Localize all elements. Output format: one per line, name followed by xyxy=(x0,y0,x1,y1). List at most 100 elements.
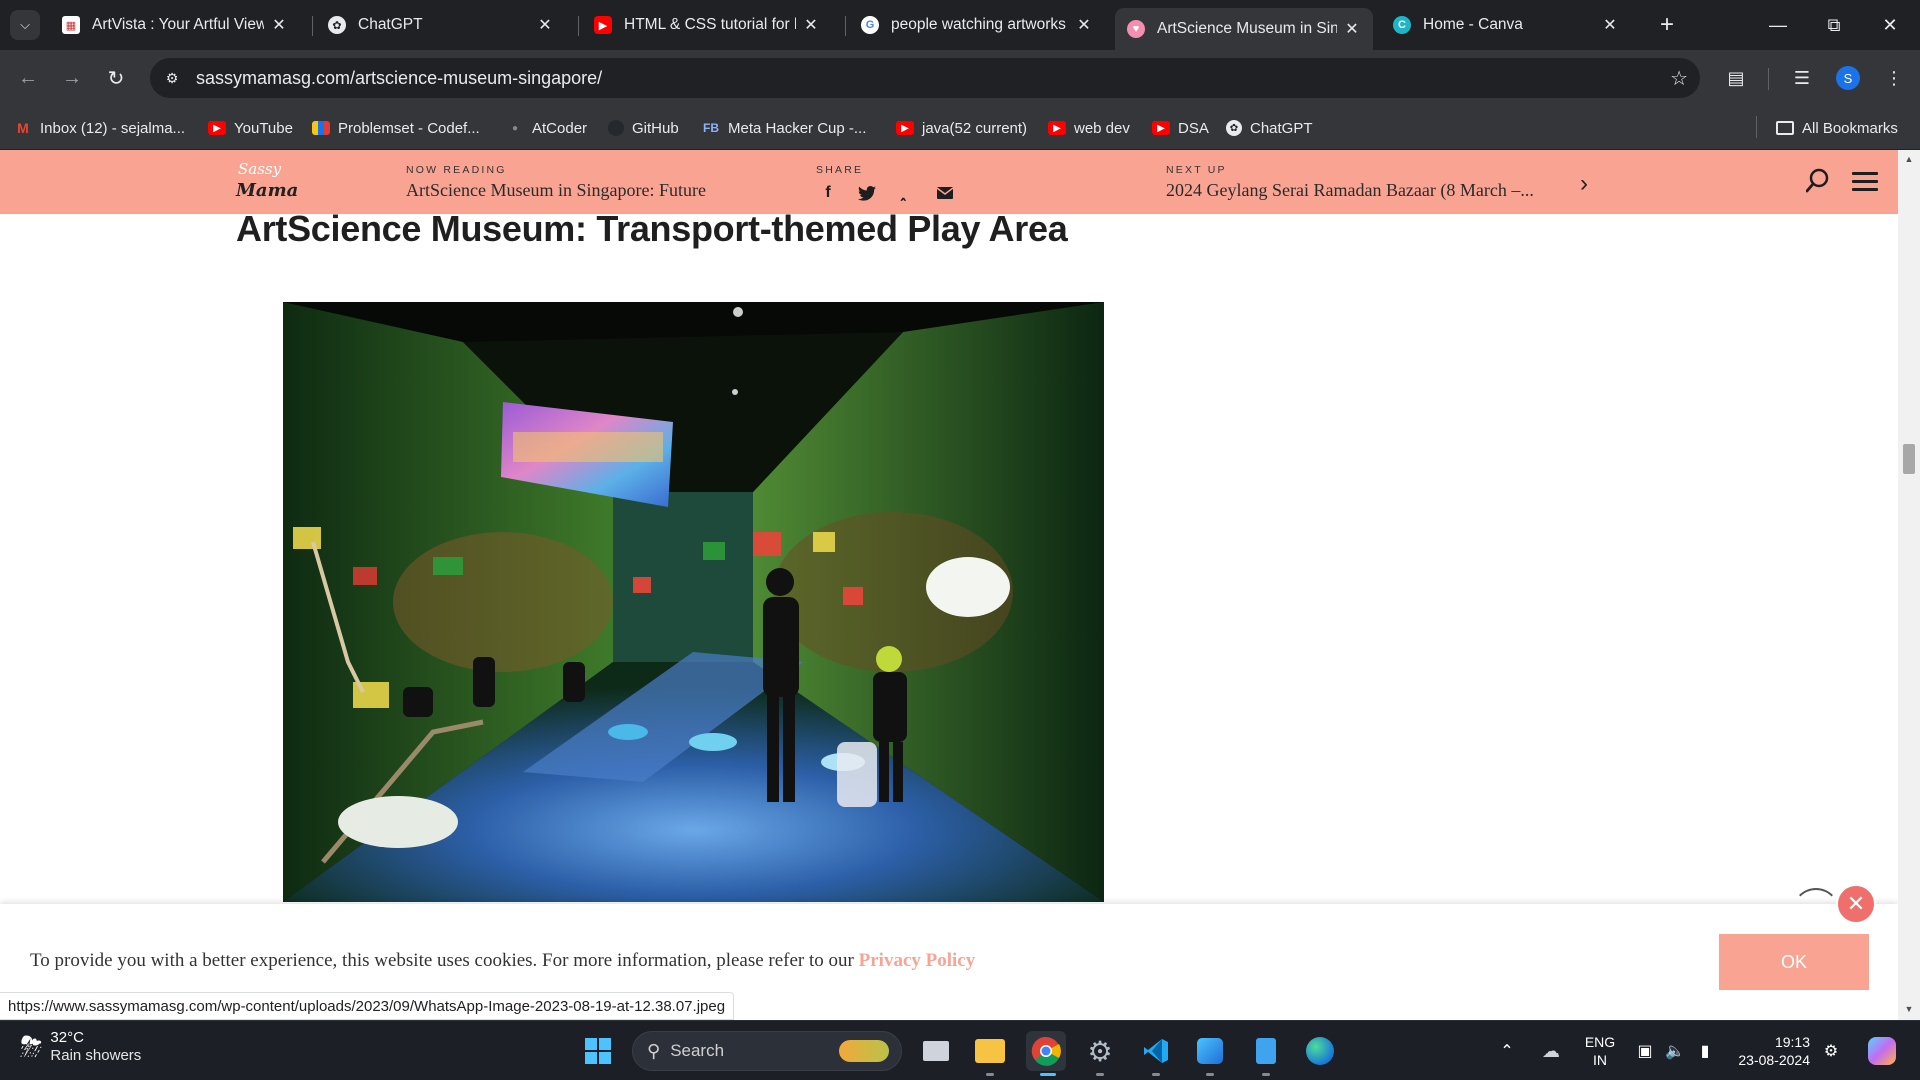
youtube-icon: ▶ xyxy=(594,16,612,34)
bookmark-github[interactable]: GitHub xyxy=(608,116,679,140)
forward-button[interactable]: → xyxy=(56,62,88,94)
language-indicator[interactable]: ENG IN xyxy=(1574,1033,1626,1069)
scroll-to-top-button[interactable] xyxy=(1792,888,1840,936)
search-highlight-icon xyxy=(839,1040,889,1062)
close-icon[interactable]: ✕ xyxy=(536,15,554,35)
notepad-taskbar-button[interactable] xyxy=(1246,1031,1286,1071)
arrow-right-icon: → xyxy=(62,66,82,89)
taskbar-search[interactable]: ⚲ Search xyxy=(632,1031,902,1071)
now-reading-label: NOW READING xyxy=(406,164,507,176)
restore-button[interactable]: ⧉ xyxy=(1806,0,1862,50)
twitter-icon[interactable] xyxy=(857,183,877,203)
cookie-message: To provide you with a better experience,… xyxy=(30,950,976,971)
sassymama-logo[interactable]: Sassy Mama xyxy=(236,160,298,206)
gear-icon: ⚙ xyxy=(1087,1035,1113,1067)
bookmark-atcoder[interactable]: ● AtCoder xyxy=(506,116,587,140)
bookmark-gmail[interactable]: M Inbox (12) - sejalma... xyxy=(14,116,185,140)
search-icon[interactable] xyxy=(1805,168,1830,194)
notifications-button[interactable]: ⚙ xyxy=(1816,1031,1846,1071)
close-icon[interactable]: ✕ xyxy=(802,15,820,35)
media-control-icon[interactable]: ☰ xyxy=(1788,64,1816,92)
address-bar[interactable]: ⚙ sassymamasg.com/artscience-museum-sing… xyxy=(150,58,1700,98)
scrollbar-thumb[interactable] xyxy=(1903,444,1915,474)
chrome-taskbar-button[interactable] xyxy=(1026,1031,1066,1071)
page-scrollbar[interactable]: ▲ ▼ xyxy=(1898,150,1920,1020)
all-bookmarks-button[interactable]: All Bookmarks xyxy=(1776,116,1898,140)
bookmark-dsa[interactable]: ▶ DSA xyxy=(1152,116,1209,140)
scroll-up-arrow-icon[interactable]: ▲ xyxy=(1898,154,1920,166)
bookmark-web-dev[interactable]: ▶ web dev xyxy=(1048,116,1130,140)
bookmark-star-icon[interactable]: ☆ xyxy=(1670,66,1688,91)
page-viewport: Sassy Mama NOW READING ArtScience Museum… xyxy=(0,150,1898,1020)
gmail-icon: M xyxy=(17,120,29,136)
close-window-button[interactable]: ✕ xyxy=(1862,0,1918,50)
article-photo[interactable] xyxy=(283,302,1104,902)
tab-search-button[interactable]: ⌵ xyxy=(10,10,40,40)
url-text[interactable]: sassymamasg.com/artscience-museum-singap… xyxy=(196,68,602,89)
facebook-icon[interactable]: f xyxy=(818,183,838,203)
close-icon[interactable]: ✕ xyxy=(270,15,288,35)
browser-toolbar: ← → ↻ ⚙ sassymamasg.com/artscience-museu… xyxy=(0,50,1920,106)
tab-canva[interactable]: C Home - Canva ✕ xyxy=(1381,8,1631,42)
reload-button[interactable]: ↻ xyxy=(100,62,132,94)
bookmark-meta-hacker-cup[interactable]: FB Meta Hacker Cup -... xyxy=(702,116,866,140)
clock[interactable]: 19:13 23-08-2024 xyxy=(1730,1033,1810,1069)
cookie-close-button[interactable]: ✕ xyxy=(1836,884,1876,924)
new-tab-button[interactable]: + xyxy=(1652,10,1682,40)
profile-avatar[interactable]: S xyxy=(1836,66,1860,90)
vscode-taskbar-button[interactable] xyxy=(1136,1031,1176,1071)
network-button[interactable]: ▣ xyxy=(1630,1031,1660,1071)
tab-html-css-tutorial[interactable]: ▶ HTML & CSS tutorial for be ✕ xyxy=(582,8,832,42)
bookmark-codeforces[interactable]: Problemset - Codef... xyxy=(312,116,480,140)
tab-artvista[interactable]: ▦ ArtVista : Your Artful Viewp ✕ xyxy=(50,8,300,42)
codeforces-icon xyxy=(312,121,330,135)
settings-taskbar-button[interactable]: ⚙ xyxy=(1080,1031,1120,1071)
play-area-image xyxy=(283,302,1104,902)
tab-google-search[interactable]: G people watching artworks ✕ xyxy=(849,8,1105,42)
task-view-icon xyxy=(923,1041,949,1061)
now-reading-title: ArtScience Museum in Singapore: Future xyxy=(406,180,706,200)
file-explorer-button[interactable] xyxy=(970,1031,1010,1071)
cookie-ok-button[interactable]: OK xyxy=(1719,934,1869,990)
next-up-label: NEXT UP xyxy=(1166,164,1227,176)
site-info-icon[interactable]: ⚙ xyxy=(162,68,182,88)
pinterest-icon[interactable]: ᳙ xyxy=(896,183,916,203)
tab-strip: ⌵ ▦ ArtVista : Your Artful Viewp ✕ ✿ Cha… xyxy=(0,0,1920,50)
onedrive-button[interactable]: ☁ xyxy=(1534,1031,1568,1071)
edge-taskbar-button[interactable] xyxy=(1300,1031,1340,1071)
bookmark-java[interactable]: ▶ java(52 current) xyxy=(896,116,1027,140)
tab-chatgpt[interactable]: ✿ ChatGPT ✕ xyxy=(316,8,566,42)
chevron-right-icon[interactable]: › xyxy=(1580,170,1588,198)
artvista-icon: ▦ xyxy=(62,16,80,34)
next-up-title[interactable]: 2024 Geylang Serai Ramadan Bazaar (8 Mar… xyxy=(1166,180,1534,201)
more-menu-icon[interactable]: ⋮ xyxy=(1880,64,1908,92)
close-icon[interactable]: ✕ xyxy=(1601,15,1619,35)
start-button[interactable] xyxy=(578,1031,618,1071)
atcoder-icon: ● xyxy=(511,122,519,134)
chrome-icon xyxy=(1031,1036,1061,1066)
minimize-button[interactable]: — xyxy=(1750,0,1806,50)
bookmark-chatgpt[interactable]: ✿ ChatGPT xyxy=(1226,116,1313,140)
volume-button[interactable]: 🔈 xyxy=(1660,1031,1690,1071)
share-label: SHARE xyxy=(816,164,864,176)
minimize-icon: — xyxy=(1769,14,1787,35)
task-view-button[interactable] xyxy=(916,1031,956,1071)
paint-taskbar-button[interactable] xyxy=(1190,1031,1230,1071)
weather-widget[interactable]: ⛈ 32°C Rain showers xyxy=(20,1029,141,1065)
back-button[interactable]: ← xyxy=(12,62,44,94)
hamburger-menu-icon[interactable] xyxy=(1852,172,1878,192)
battery-button[interactable]: ▮ xyxy=(1690,1031,1720,1071)
email-icon[interactable] xyxy=(935,183,955,203)
close-icon[interactable]: ✕ xyxy=(1075,15,1093,35)
close-icon[interactable]: ✕ xyxy=(1343,19,1361,39)
show-hidden-icons-button[interactable]: ⌃ xyxy=(1492,1031,1522,1071)
tab-artscience-museum[interactable]: ♥ ArtScience Museum in Sing ✕ xyxy=(1115,8,1373,50)
facebook-icon: FB xyxy=(703,121,719,135)
privacy-policy-link[interactable]: Privacy Policy xyxy=(859,950,976,971)
extensions-icon[interactable]: ▤ xyxy=(1722,64,1750,92)
battery-icon: ▮ xyxy=(1700,1043,1710,1060)
scroll-down-arrow-icon[interactable]: ▼ xyxy=(1898,1004,1920,1016)
copilot-button[interactable] xyxy=(1862,1031,1902,1071)
bookmark-youtube[interactable]: ▶ YouTube xyxy=(208,116,293,140)
chevron-down-icon: ⌵ xyxy=(20,17,30,32)
